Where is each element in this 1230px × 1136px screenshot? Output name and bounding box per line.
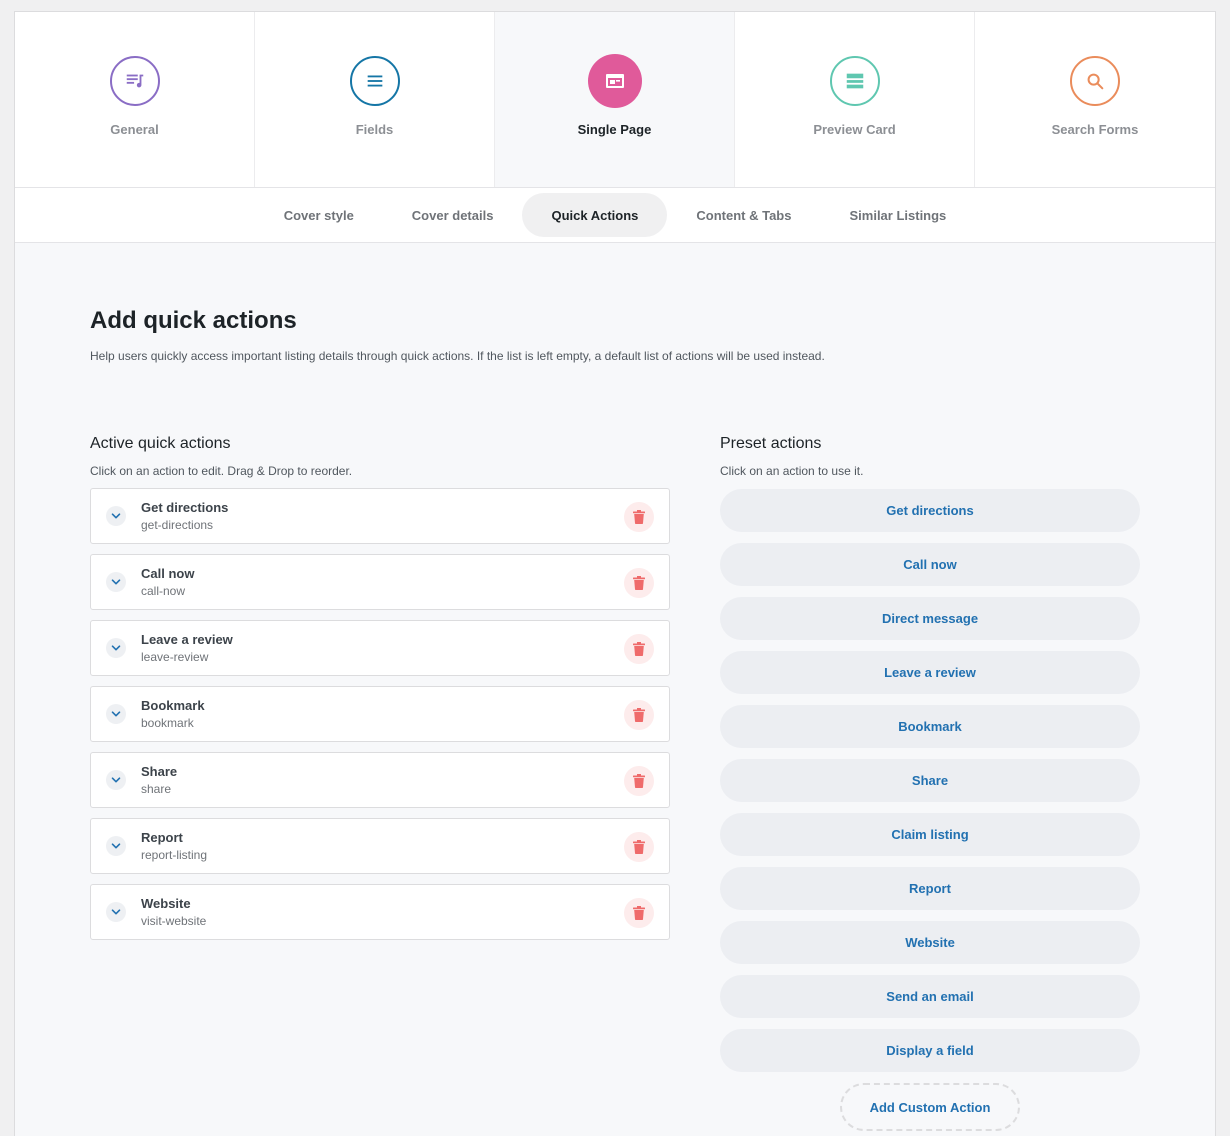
active-action-item[interactable]: Get directions get-directions xyxy=(90,488,670,544)
active-actions-column: Active quick actions Click on an action … xyxy=(90,435,670,1131)
active-actions-list: Get directions get-directions Call now c… xyxy=(90,488,670,940)
preset-action-button[interactable]: Leave a review xyxy=(720,651,1140,694)
action-text: Bookmark bookmark xyxy=(141,698,205,730)
page-description: Help users quickly access important list… xyxy=(90,349,825,363)
subtab-similar-listings[interactable]: Similar Listings xyxy=(820,193,975,237)
tab-search-forms[interactable]: Search Forms xyxy=(975,12,1215,187)
tab-label: Preview Card xyxy=(813,122,896,137)
chevron-down-icon[interactable] xyxy=(106,638,126,658)
delete-action-button[interactable] xyxy=(624,568,654,598)
active-action-item[interactable]: Website visit-website xyxy=(90,884,670,940)
preset-action-button[interactable]: Share xyxy=(720,759,1140,802)
subtab-content-tabs[interactable]: Content & Tabs xyxy=(667,193,820,237)
music-list-icon xyxy=(109,56,160,106)
action-label: Get directions xyxy=(141,500,229,515)
chevron-down-icon[interactable] xyxy=(106,704,126,724)
chevron-down-icon[interactable] xyxy=(106,836,126,856)
chevron-down-icon[interactable] xyxy=(106,770,126,790)
preset-action-button[interactable]: Bookmark xyxy=(720,705,1140,748)
action-text: Get directions get-directions xyxy=(141,500,228,532)
active-action-item[interactable]: Bookmark bookmark xyxy=(90,686,670,742)
preset-actions-title: Preset actions xyxy=(720,435,822,452)
page-title: Add quick actions xyxy=(90,307,297,334)
action-slug: bookmark xyxy=(141,716,194,730)
settings-panel: General Fields Single Page Preview Card … xyxy=(14,11,1216,1136)
active-actions-subtitle: Click on an action to edit. Drag & Drop … xyxy=(90,464,353,478)
tab-label: Single Page xyxy=(577,122,652,137)
preset-action-button[interactable]: Send an email xyxy=(720,975,1140,1018)
chevron-down-icon[interactable] xyxy=(106,572,126,592)
tab-fields[interactable]: Fields xyxy=(255,12,495,187)
preset-actions-list: Get directions Call now Direct message Leav… xyxy=(720,489,1140,1072)
delete-action-button[interactable] xyxy=(624,634,654,664)
browser-window-icon xyxy=(587,54,642,108)
action-label: Call now xyxy=(141,566,195,581)
sub-tabs: Cover style Cover details Quick Actions … xyxy=(15,188,1215,243)
subtab-quick-actions[interactable]: Quick Actions xyxy=(522,193,668,237)
hamburger-list-icon xyxy=(349,56,400,106)
trash-icon xyxy=(633,642,645,656)
active-action-item[interactable]: Call now call-now xyxy=(90,554,670,610)
action-slug: leave-review xyxy=(141,650,209,664)
action-slug: visit-website xyxy=(141,914,207,928)
preset-action-button[interactable]: Website xyxy=(720,921,1140,964)
action-label: Report xyxy=(141,830,183,845)
custom-action-wrap: Add Custom Action xyxy=(720,1083,1140,1131)
preset-action-button[interactable]: Call now xyxy=(720,543,1140,586)
action-text: Share share xyxy=(141,764,177,796)
card-layout-icon xyxy=(829,56,880,106)
trash-icon xyxy=(633,708,645,722)
tab-single-page[interactable]: Single Page xyxy=(495,12,735,187)
delete-action-button[interactable] xyxy=(624,700,654,730)
chevron-down-icon[interactable] xyxy=(106,506,126,526)
main-tabs: General Fields Single Page Preview Card … xyxy=(15,12,1215,188)
delete-action-button[interactable] xyxy=(624,898,654,928)
delete-action-button[interactable] xyxy=(624,832,654,862)
active-action-item[interactable]: Leave a review leave-review xyxy=(90,620,670,676)
action-label: Bookmark xyxy=(141,698,205,713)
action-text: Website visit-website xyxy=(141,896,206,928)
action-text: Call now call-now xyxy=(141,566,194,598)
action-text: Leave a review leave-review xyxy=(141,632,233,664)
action-label: Share xyxy=(141,764,178,779)
action-label: Website xyxy=(141,896,191,911)
action-slug: call-now xyxy=(141,584,186,598)
preset-action-button[interactable]: Display a field xyxy=(720,1029,1140,1072)
tab-label: Search Forms xyxy=(1051,122,1139,137)
preset-action-button[interactable]: Get directions xyxy=(720,489,1140,532)
columns: Active quick actions Click on an action … xyxy=(90,435,1140,1131)
chevron-down-icon[interactable] xyxy=(106,902,126,922)
tab-label: General xyxy=(110,122,159,137)
tab-general[interactable]: General xyxy=(15,12,255,187)
add-custom-action-button[interactable]: Add Custom Action xyxy=(840,1083,1020,1131)
action-slug: report-listing xyxy=(141,848,208,862)
action-label: Leave a review xyxy=(141,632,233,647)
action-slug: share xyxy=(141,782,172,796)
subtab-cover-details[interactable]: Cover details xyxy=(383,193,523,237)
active-action-item[interactable]: Report report-listing xyxy=(90,818,670,874)
action-text: Report report-listing xyxy=(141,830,207,862)
preset-actions-subtitle: Click on an action to use it. xyxy=(720,464,864,478)
content-area: Add quick actions Help users quickly acc… xyxy=(15,307,1215,1131)
preset-actions-column: Preset actions Click on an action to use… xyxy=(720,435,1140,1131)
trash-icon xyxy=(633,774,645,788)
preset-action-button[interactable]: Direct message xyxy=(720,597,1140,640)
trash-icon xyxy=(633,576,645,590)
preset-action-button[interactable]: Claim listing xyxy=(720,813,1140,856)
active-actions-title: Active quick actions xyxy=(90,435,231,452)
trash-icon xyxy=(633,840,645,854)
tab-preview-card[interactable]: Preview Card xyxy=(735,12,975,187)
preset-action-button[interactable]: Report xyxy=(720,867,1140,910)
trash-icon xyxy=(633,906,645,920)
delete-action-button[interactable] xyxy=(624,502,654,532)
action-slug: get-directions xyxy=(141,518,214,532)
tab-label: Fields xyxy=(355,122,394,137)
trash-icon xyxy=(633,510,645,524)
subtab-cover-style[interactable]: Cover style xyxy=(255,193,383,237)
active-action-item[interactable]: Share share xyxy=(90,752,670,808)
search-icon xyxy=(1070,56,1120,106)
delete-action-button[interactable] xyxy=(624,766,654,796)
